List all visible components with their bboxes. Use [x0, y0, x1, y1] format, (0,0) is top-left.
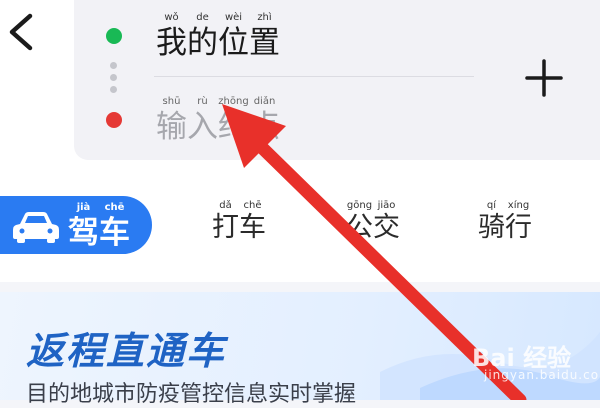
ruby-char: chē 车: [99, 202, 130, 251]
watermark-sub: jingyan.baidu.com: [484, 368, 600, 382]
origin-field[interactable]: wǒ 我 de 的 wèi 位 zhì 置: [156, 12, 280, 62]
start-point-dot: [106, 28, 122, 44]
top-panel: wǒ 我 de 的 wèi 位 zhì 置 shū 输 rù 入 zhōng 终 diǎn 点: [0, 0, 600, 282]
ruby-char: rù 入: [187, 96, 218, 145]
ruby-char: diǎn 点: [249, 96, 280, 145]
ruby-char: zhì 置: [249, 12, 280, 61]
tab-drive[interactable]: jià 驾 chē 车: [0, 196, 152, 254]
ruby-char: jiāo 交: [373, 200, 400, 243]
ruby-char: de 的: [187, 12, 218, 61]
ruby-char: jià 驾: [68, 202, 99, 251]
connector-dot: [110, 86, 117, 93]
ruby-char: gōng 公: [346, 200, 373, 243]
ruby-char: shū 输: [156, 96, 187, 145]
ruby-char: dǎ 打: [212, 200, 239, 243]
tab-bus[interactable]: gōng 公 jiāo 交: [346, 200, 400, 244]
connector-dot: [110, 74, 117, 81]
banner-title: 返程直通车: [26, 329, 227, 373]
tab-bike[interactable]: qí 骑 xíng 行: [478, 200, 532, 244]
ruby-char: xíng 行: [505, 200, 532, 243]
end-point-dot: [106, 112, 122, 128]
ruby-char: wǒ 我: [156, 12, 187, 61]
connector-dot: [110, 62, 117, 69]
banner-subtitle: 目的地城市防疫管控信息实时掌握: [26, 382, 357, 407]
destination-field[interactable]: shū 输 rù 入 zhōng 终 diǎn 点: [156, 96, 280, 146]
transport-mode-tabs: jià 驾 chē 车 dǎ 打 chē 车 gōng 公 jiāo 交 qí 骑 xíng 行: [0, 196, 600, 260]
car-icon: [13, 212, 59, 243]
field-divider: [154, 76, 474, 77]
ruby-char: qí 骑: [478, 200, 505, 243]
ruby-char: wèi 位: [218, 12, 249, 61]
ruby-char: zhōng 终: [218, 96, 249, 145]
back-icon[interactable]: [4, 12, 38, 52]
ruby-char: chē 车: [239, 200, 266, 243]
route-card: wǒ 我 de 的 wèi 位 zhì 置 shū 输 rù 入 zhōng 终 diǎn 点: [74, 0, 600, 160]
plus-icon[interactable]: [524, 58, 564, 98]
tab-taxi[interactable]: dǎ 打 chē 车: [212, 200, 266, 244]
watermark: Bai 经验 jingyan.baidu.com: [460, 330, 600, 390]
